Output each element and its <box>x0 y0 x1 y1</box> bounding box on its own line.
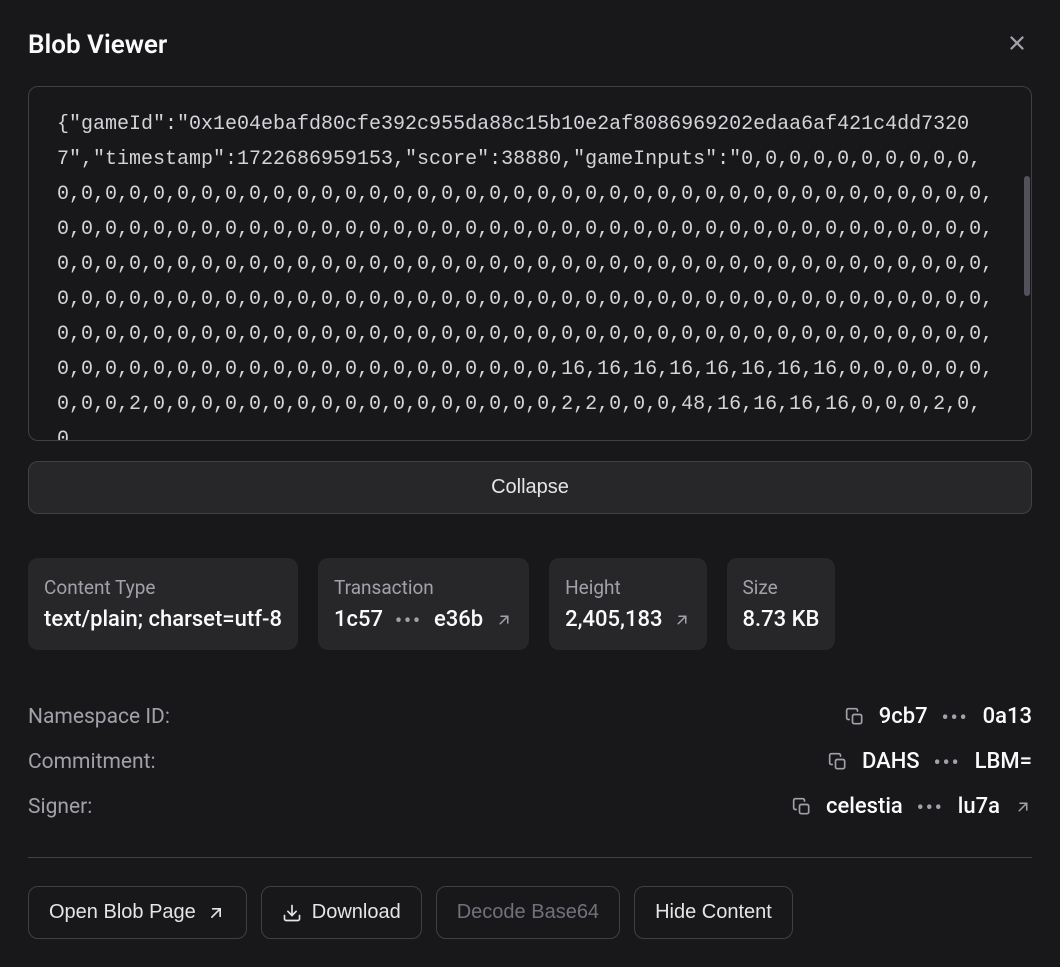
copy-icon[interactable] <box>792 797 812 817</box>
hide-content-button[interactable]: Hide Content <box>634 886 793 939</box>
external-link-icon <box>206 903 226 923</box>
modal-header: Blob Viewer <box>28 28 1032 62</box>
stat-value: text/plain; charset=utf-8 <box>44 607 282 632</box>
ellipsis-icon: ••• <box>934 750 961 774</box>
commitment-prefix: DAHS <box>862 749 920 774</box>
stat-label: Content Type <box>44 576 282 599</box>
download-button[interactable]: Download <box>261 886 422 939</box>
ellipsis-icon: ••• <box>917 795 944 819</box>
copy-icon[interactable] <box>845 707 865 727</box>
blob-viewer-modal: Blob Viewer {"gameId":"0x1e04ebafd80cfe3… <box>0 0 1060 967</box>
external-link-icon <box>495 611 513 629</box>
open-blob-page-button[interactable]: Open Blob Page <box>28 886 247 939</box>
decode-base64-button[interactable]: Decode Base64 <box>436 886 620 939</box>
detail-label: Namespace ID: <box>28 705 170 729</box>
scrollbar-thumb[interactable] <box>1024 176 1030 296</box>
external-link-icon <box>673 611 691 629</box>
blob-content[interactable]: {"gameId":"0x1e04ebafd80cfe392c955da88c1… <box>28 86 1032 441</box>
detail-signer: Signer: celestia ••• lu7a <box>28 784 1032 829</box>
divider <box>28 857 1032 858</box>
button-label: Hide Content <box>655 901 772 924</box>
namespace-suffix: 0a13 <box>983 704 1032 729</box>
ellipsis-icon: ••• <box>942 705 969 729</box>
signer-prefix: celestia <box>826 794 903 819</box>
detail-value[interactable]: celestia ••• lu7a <box>792 794 1032 819</box>
detail-namespace-id: Namespace ID: 9cb7 ••• 0a13 <box>28 694 1032 739</box>
copy-icon[interactable] <box>828 752 848 772</box>
button-label: Open Blob Page <box>49 901 196 924</box>
height-value: 2,405,183 <box>565 607 662 632</box>
external-link-icon <box>1014 798 1032 816</box>
modal-title: Blob Viewer <box>28 30 167 60</box>
stat-value: 8.73 KB <box>743 607 820 632</box>
namespace-prefix: 9cb7 <box>879 704 928 729</box>
stat-height: Height 2,405,183 <box>549 558 706 650</box>
detail-label: Signer: <box>28 795 92 819</box>
collapse-button[interactable]: Collapse <box>28 461 1032 514</box>
close-button[interactable] <box>1002 28 1032 62</box>
stat-value[interactable]: 1c57 ••• e36b <box>334 607 513 632</box>
stat-content-type: Content Type text/plain; charset=utf-8 <box>28 558 298 650</box>
button-label: Download <box>312 901 401 924</box>
detail-commitment: Commitment: DAHS ••• LBM= <box>28 739 1032 784</box>
download-icon <box>282 903 302 923</box>
ellipsis-icon: ••• <box>395 608 422 632</box>
stats-row: Content Type text/plain; charset=utf-8 T… <box>28 558 1032 650</box>
detail-label: Commitment: <box>28 750 156 774</box>
close-icon <box>1006 32 1028 54</box>
details-section: Namespace ID: 9cb7 ••• 0a13 Commitment: … <box>28 694 1032 829</box>
stat-label: Size <box>743 576 820 599</box>
commitment-suffix: LBM= <box>975 749 1032 774</box>
button-label: Decode Base64 <box>457 901 599 924</box>
signer-suffix: lu7a <box>958 794 1000 819</box>
stat-value[interactable]: 2,405,183 <box>565 607 690 632</box>
tx-suffix: e36b <box>434 607 483 632</box>
stat-size: Size 8.73 KB <box>727 558 836 650</box>
stat-transaction: Transaction 1c57 ••• e36b <box>318 558 529 650</box>
detail-value: DAHS ••• LBM= <box>828 749 1032 774</box>
stat-label: Transaction <box>334 576 513 599</box>
actions-row: Open Blob Page Download Decode Base64 Hi… <box>28 886 1032 939</box>
tx-prefix: 1c57 <box>334 607 383 632</box>
detail-value: 9cb7 ••• 0a13 <box>845 704 1032 729</box>
stat-label: Height <box>565 576 690 599</box>
